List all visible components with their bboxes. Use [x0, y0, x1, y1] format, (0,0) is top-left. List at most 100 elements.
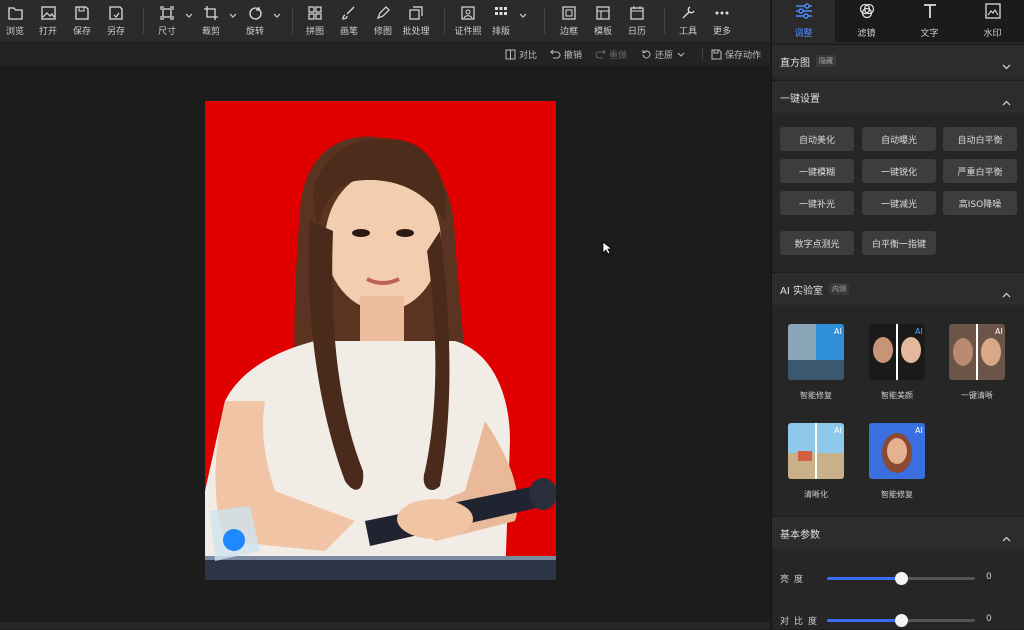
ai-one-click-clear-thumbnail[interactable]: AI — [949, 324, 1005, 380]
layout-dropdown-chevron-icon[interactable] — [518, 10, 528, 20]
svg-text:AI: AI — [915, 426, 923, 435]
template-label: 模板 — [593, 27, 612, 37]
ai-smart-repair-thumbnail[interactable]: AI — [788, 324, 844, 380]
reduce-light-button[interactable]: 一键减光 — [862, 191, 936, 215]
tab-adjust[interactable]: 调整 — [772, 0, 835, 42]
slider-label: 对比度 — [780, 617, 823, 627]
more-button[interactable]: 更多 — [711, 4, 733, 38]
adjust-panel: 调整 滤镜 文字 水印 直方图 隐藏 一键设置 自动美化 自动曝光 自动白平衡 … — [771, 0, 1024, 629]
one-click-section-header[interactable]: 一键设置 — [772, 80, 1024, 113]
rotate-label: 旋转 — [245, 27, 264, 37]
resize-icon — [158, 4, 176, 22]
undo-button[interactable]: 撤销 — [550, 46, 582, 62]
histogram-section-header[interactable]: 直方图 隐藏 — [772, 44, 1024, 77]
browse-button[interactable]: 浏览 — [4, 4, 26, 38]
ai-smart-beauty-thumbnail[interactable]: AI — [869, 324, 925, 380]
strict-white-balance-button[interactable]: 严重白平衡 — [943, 159, 1017, 183]
one-click-blur-button[interactable]: 一键模糊 — [780, 159, 854, 183]
ai-item-label: 清晰化 — [804, 490, 828, 499]
restore-button[interactable]: 还原 — [641, 46, 688, 62]
tab-text-label: 文字 — [920, 29, 939, 39]
slider-value: 0 — [986, 614, 992, 624]
status-bar — [0, 622, 770, 629]
basic-params-section-header[interactable]: 基本参数 — [772, 516, 1024, 549]
tab-watermark[interactable]: 水印 — [961, 0, 1024, 42]
id-photo-button[interactable]: 证件照 — [454, 4, 482, 38]
tab-filter[interactable]: 滤镜 — [835, 0, 898, 42]
tab-text[interactable]: 文字 — [898, 0, 961, 42]
ai-portrait-repair-thumbnail[interactable]: AI — [869, 423, 925, 479]
contrast-slider-row: 对比度 0 — [772, 610, 1024, 630]
restore-chevron-icon — [677, 52, 685, 57]
retouch-label: 修图 — [373, 27, 392, 37]
high-iso-denoise-button[interactable]: 高ISO降噪 — [943, 191, 1017, 215]
size-label: 尺寸 — [157, 27, 176, 37]
ai-item-label: 智能修复 — [881, 490, 913, 499]
redo-button[interactable]: 重做 — [595, 46, 627, 62]
paint-button[interactable]: 画笔 — [338, 4, 360, 38]
rotate-button[interactable]: 旋转 — [244, 4, 266, 38]
spot-metering-button[interactable]: 数字点测光 — [780, 231, 854, 255]
crop-button[interactable]: 裁剪 — [200, 4, 222, 38]
batch-icon — [407, 4, 425, 22]
auto-white-balance-button[interactable]: 自动白平衡 — [943, 127, 1017, 151]
calendar-button[interactable]: 日历 — [626, 4, 648, 38]
ai-lab-section-header[interactable]: AI 实验室 内测 — [772, 272, 1024, 305]
brush-icon — [340, 4, 358, 22]
size-dropdown-chevron-icon[interactable] — [184, 10, 194, 20]
crop-label: 裁剪 — [201, 27, 220, 37]
save-as-label: 另存 — [106, 27, 125, 37]
histogram-badge: 隐藏 — [816, 55, 836, 67]
brightness-slider[interactable] — [827, 572, 975, 585]
id-photo-label: 证件照 — [454, 27, 482, 37]
save-button[interactable]: 保存 — [71, 4, 93, 38]
save-action-icon — [711, 49, 722, 59]
slider-knob[interactable] — [895, 572, 908, 585]
tools-label: 工具 — [678, 27, 697, 37]
batch-button[interactable]: 批处理 — [402, 4, 430, 38]
undo-label: 撤销 — [564, 50, 583, 61]
frame-button[interactable]: 边框 — [558, 4, 580, 38]
slider-value: 0 — [986, 572, 992, 582]
open-label: 打开 — [38, 27, 57, 37]
white-balance-picker-button[interactable]: 白平衡一指键 — [862, 231, 936, 255]
crop-dropdown-chevron-icon[interactable] — [228, 10, 238, 20]
size-button[interactable]: 尺寸 — [156, 4, 178, 38]
auto-exposure-button[interactable]: 自动曝光 — [862, 127, 936, 151]
restore-icon — [642, 49, 651, 58]
retouch-button[interactable]: 修图 — [372, 4, 394, 38]
template-button[interactable]: 模板 — [592, 4, 614, 38]
pen-icon — [374, 4, 392, 22]
auto-beautify-button[interactable]: 自动美化 — [780, 127, 854, 151]
tools-button[interactable]: 工具 — [677, 4, 699, 38]
save-as-button[interactable]: 另存 — [105, 4, 127, 38]
svg-text:AI: AI — [834, 426, 842, 435]
mouse-cursor-icon — [602, 240, 614, 259]
rotate-dropdown-chevron-icon[interactable] — [272, 10, 282, 20]
save-icon — [73, 4, 91, 22]
watermark-icon — [984, 3, 1001, 23]
save-action-button[interactable]: 保存动作 — [711, 46, 761, 62]
collage-button[interactable]: 拼图 — [304, 4, 326, 38]
open-button[interactable]: 打开 — [37, 4, 59, 38]
selection-handle[interactable] — [223, 529, 245, 551]
fill-light-button[interactable]: 一键补光 — [780, 191, 854, 215]
ai-sharpen-thumbnail[interactable]: AI — [788, 423, 844, 479]
ai-lab-badge: 内测 — [828, 283, 849, 295]
photo[interactable] — [205, 101, 556, 580]
paint-label: 画笔 — [339, 27, 358, 37]
svg-text:AI: AI — [834, 327, 842, 336]
folder-icon — [6, 4, 24, 22]
compare-button[interactable]: 对比 — [505, 46, 537, 62]
layout-grid-icon — [492, 4, 510, 22]
slider-knob[interactable] — [895, 614, 908, 627]
rotate-icon — [246, 4, 264, 22]
one-click-sharpen-button[interactable]: 一键锐化 — [862, 159, 936, 183]
layout-button[interactable]: 排版 — [490, 4, 512, 38]
compare-icon — [505, 49, 516, 59]
contrast-slider[interactable] — [827, 614, 975, 627]
tab-watermark-label: 水印 — [983, 29, 1002, 39]
text-icon — [922, 3, 938, 23]
sliders-icon — [795, 3, 813, 23]
undo-icon — [550, 49, 561, 59]
